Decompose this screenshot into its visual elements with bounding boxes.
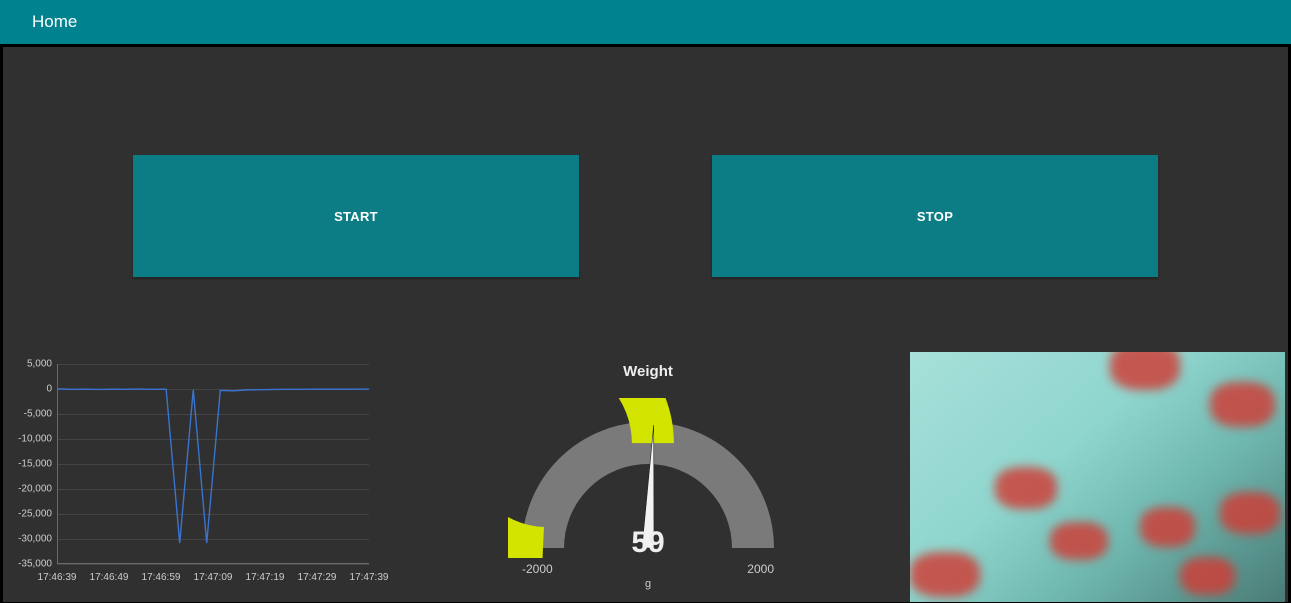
chart-x-tick: 17:47:09 [194,572,233,583]
control-row: START STOP [3,47,1288,277]
chart-x-tick: 17:47:39 [350,572,389,583]
weight-gauge: Weight 59 -2000 2000 g [498,363,798,590]
main-panel: START STOP 5,000 0 -5,000 -10,000 -15,000 -20… [3,47,1288,602]
stop-button[interactable]: STOP [712,155,1158,277]
chart-y-tick: -5,000 [24,409,52,420]
gauge-unit: g [498,578,798,590]
gauge-min-label: -2000 [522,562,553,576]
chart-x-tick: 17:46:39 [38,572,77,583]
chart-y-tick: 0 [46,384,52,395]
chart-x-tick: 17:46:49 [90,572,129,583]
gauge-max-label: 2000 [747,562,774,576]
chart-plot-area [57,364,369,564]
camera-feed [910,352,1285,602]
chart-y-tick: -30,000 [18,534,52,545]
chart-x-tick: 17:47:29 [298,572,337,583]
chart-y-tick: -15,000 [18,459,52,470]
chart-y-tick: -20,000 [18,484,52,495]
chart-y-tick: -10,000 [18,434,52,445]
weight-timeseries-chart: 5,000 0 -5,000 -10,000 -15,000 -20,000 -25,000… [9,362,401,597]
start-button[interactable]: START [133,155,579,277]
chart-y-tick: 5,000 [27,359,52,370]
widget-row: 5,000 0 -5,000 -10,000 -15,000 -20,000 -25,000… [3,352,1288,602]
chart-y-tick: -25,000 [18,509,52,520]
app-header: Home [0,0,1291,44]
chart-x-tick: 17:47:19 [246,572,285,583]
chart-y-tick: -35,000 [18,559,52,570]
gauge-title: Weight [498,363,798,380]
chart-x-tick: 17:46:59 [142,572,181,583]
page-title: Home [32,12,77,32]
